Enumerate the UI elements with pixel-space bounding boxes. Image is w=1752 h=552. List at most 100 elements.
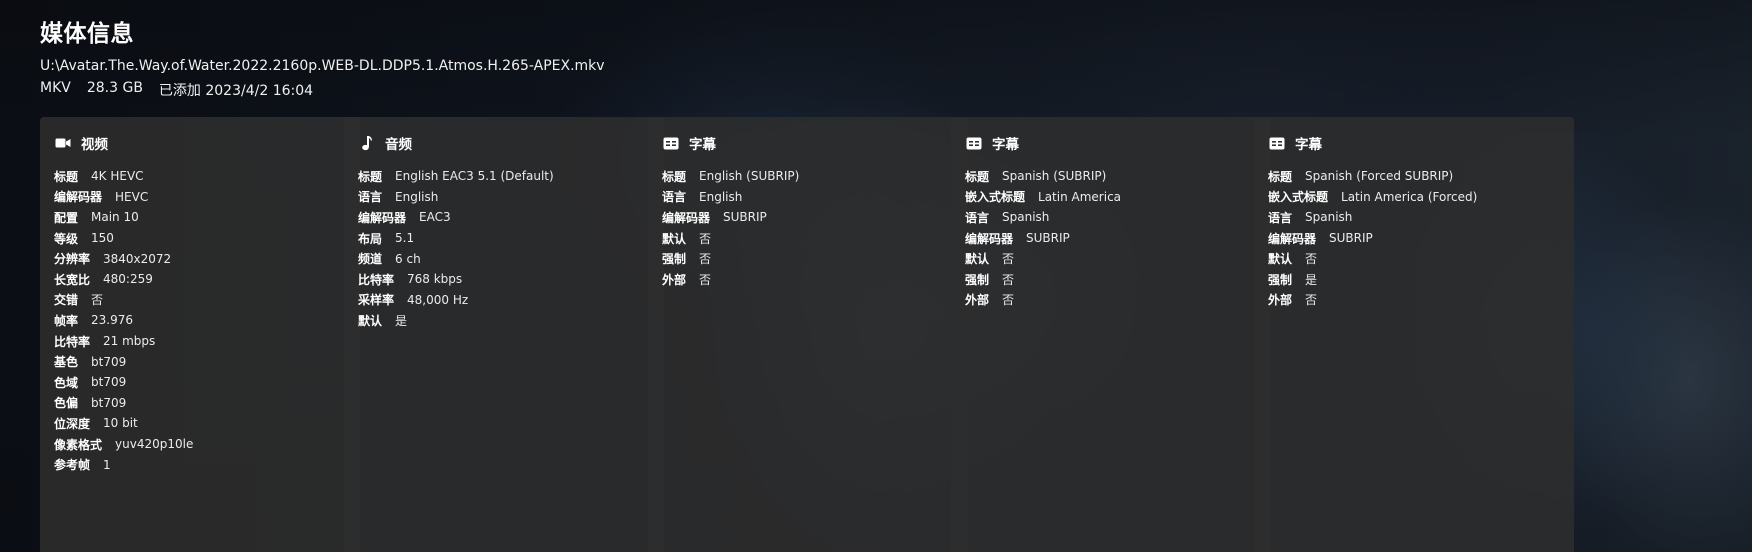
property-label: 编解码器 <box>54 190 103 205</box>
property-value: 否 <box>1305 252 1318 267</box>
container-format: MKV <box>40 80 71 96</box>
property-row: 默认否 <box>965 248 1257 269</box>
property-label: 等级 <box>54 231 79 246</box>
property-row: 分辨率 3840x2072 <box>54 248 346 269</box>
property-label: 默认 <box>965 252 990 267</box>
property-label: 比特率 <box>358 272 395 287</box>
property-row: 默认是 <box>358 310 650 331</box>
property-row: 强制是 <box>1268 269 1560 290</box>
property-label: 频道 <box>358 252 383 267</box>
property-label: 默认 <box>662 231 687 246</box>
property-row: 嵌入式标题 Latin America (Forced) <box>1268 187 1560 208</box>
property-value: Latin America <box>1038 189 1122 204</box>
property-value: English EAC3 5.1 (Default) <box>395 169 554 184</box>
property-label: 帧率 <box>54 313 79 328</box>
property-row: 标题 Spanish (SUBRIP) <box>965 166 1257 187</box>
property-row: 长宽比 480:259 <box>54 269 346 290</box>
property-label: 采样率 <box>358 293 395 308</box>
property-label: 嵌入式标题 <box>965 190 1026 205</box>
property-label: 语言 <box>965 210 990 225</box>
property-value: Spanish <box>1002 210 1050 225</box>
property-value: English <box>699 189 743 204</box>
file-meta: MKV 28.3 GB 已添加 2023/4/2 16:04 <box>40 80 313 100</box>
property-value: English <box>395 189 439 204</box>
property-label: 外部 <box>965 293 990 308</box>
property-list: 标题 English (SUBRIP) 语言 English 编解码器 SUBRIP 默认否… <box>662 166 954 290</box>
property-value: 否 <box>1002 293 1015 308</box>
media-info-content: 媒体信息 U:\Avatar.The.Way.of.Water.2022.216… <box>0 0 1752 552</box>
property-value: 5.1 <box>395 231 415 246</box>
property-value: English (SUBRIP) <box>699 169 800 184</box>
card-title: 字幕 <box>1295 137 1322 153</box>
property-row: 编解码器 EAC3 <box>358 207 650 228</box>
property-label: 标题 <box>54 169 79 184</box>
property-value: bt709 <box>91 354 127 369</box>
page-title: 媒体信息 <box>40 21 134 47</box>
property-row: 标题 English EAC3 5.1 (Default) <box>358 166 650 187</box>
property-row: 标题 Spanish (Forced SUBRIP) <box>1268 166 1560 187</box>
property-row: 编解码器 SUBRIP <box>965 228 1257 249</box>
property-value: 是 <box>395 313 408 328</box>
property-label: 比特率 <box>54 334 91 349</box>
property-row: 编解码器 HEVC <box>54 187 346 208</box>
property-value: 150 <box>91 231 114 246</box>
card-title: 音频 <box>385 137 412 153</box>
property-value: 否 <box>699 272 712 287</box>
property-value: 3840x2072 <box>103 251 172 266</box>
property-row: 参考帧 1 <box>54 454 346 475</box>
property-row: 语言 English <box>358 187 650 208</box>
property-label: 编解码器 <box>1268 231 1317 246</box>
music-note-icon <box>358 134 376 152</box>
property-value: 是 <box>1305 272 1318 287</box>
video-card: 视频 标题 4K HEVC 编解码器 HEVC 配置 Main 10 等级 150 分辨率 3840… <box>40 117 360 552</box>
file-size: 28.3 GB <box>86 80 143 96</box>
media-info-screen: 媒体信息 U:\Avatar.The.Way.of.Water.2022.216… <box>0 0 1752 552</box>
property-row: 帧率 23.976 <box>54 310 346 331</box>
property-label: 长宽比 <box>54 272 91 287</box>
property-label: 分辨率 <box>54 252 91 267</box>
subtitle-card-3: 字幕标题 Spanish (Forced SUBRIP) 嵌入式标题 Latin Am… <box>1254 117 1574 552</box>
property-label: 标题 <box>965 169 990 184</box>
property-list: 标题 English EAC3 5.1 (Default) 语言 English 编解码… <box>358 166 650 331</box>
property-label: 外部 <box>1268 293 1293 308</box>
property-row: 语言 English <box>662 187 954 208</box>
property-value: 否 <box>699 231 712 246</box>
property-list: 标题 Spanish (Forced SUBRIP) 嵌入式标题 Latin Amer… <box>1268 166 1560 310</box>
property-value: 否 <box>91 293 104 308</box>
date-added: 已添加 2023/4/2 16:04 <box>158 83 314 99</box>
subtitle-card-1: 字幕标题 English (SUBRIP) 语言 English 编解码器 SUBRIP 默… <box>648 117 968 552</box>
property-label: 布局 <box>358 231 383 246</box>
card-header: 音频 <box>358 133 650 153</box>
property-label: 强制 <box>662 252 687 267</box>
property-value: SUBRIP <box>723 210 767 225</box>
property-row: 交错否 <box>54 290 346 311</box>
property-row: 语言 Spanish <box>1268 207 1560 228</box>
property-row: 强制否 <box>662 248 954 269</box>
property-label: 强制 <box>1268 272 1293 287</box>
card-header: 字幕 <box>662 133 954 153</box>
property-value: 480:259 <box>103 272 153 287</box>
property-value: Spanish (Forced SUBRIP) <box>1305 169 1454 184</box>
property-value: bt709 <box>91 375 127 390</box>
property-value: 6 ch <box>395 251 421 266</box>
property-row: 语言 Spanish <box>965 207 1257 228</box>
property-label: 编解码器 <box>662 210 711 225</box>
property-label: 编解码器 <box>965 231 1014 246</box>
property-value: 否 <box>1002 252 1015 267</box>
card-title: 字幕 <box>992 137 1019 153</box>
property-label: 标题 <box>662 169 687 184</box>
property-value: yuv420p10le <box>115 437 194 452</box>
subtitles-icon <box>662 134 680 152</box>
subtitles-icon <box>1268 134 1286 152</box>
property-value: 23.976 <box>91 313 134 328</box>
property-row: 基色 bt709 <box>54 351 346 372</box>
property-label: 语言 <box>1268 210 1293 225</box>
property-label: 交错 <box>54 293 79 308</box>
property-label: 配置 <box>54 210 79 225</box>
property-row: 频道 6 ch <box>358 248 650 269</box>
property-row: 编解码器 SUBRIP <box>662 207 954 228</box>
property-value: bt709 <box>91 395 127 410</box>
property-row: 默认否 <box>1268 248 1560 269</box>
property-value: SUBRIP <box>1329 231 1373 246</box>
property-row: 编解码器 SUBRIP <box>1268 228 1560 249</box>
